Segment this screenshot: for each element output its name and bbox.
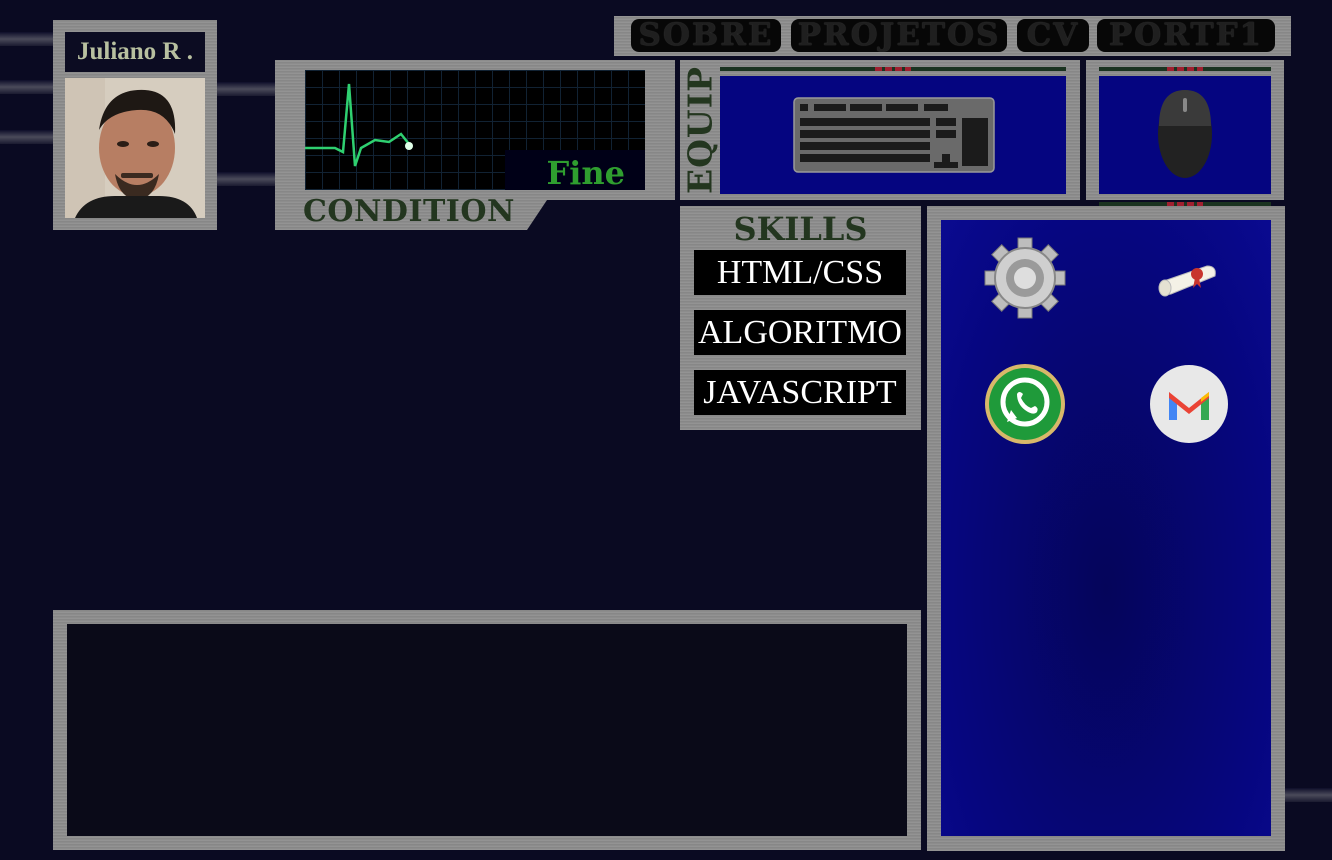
profile-card: Juliano R . — [53, 20, 217, 230]
console-screen — [67, 624, 907, 836]
skill-html-css: HTML/CSS — [694, 250, 906, 295]
nav-sobre-button[interactable]: SOBRE — [631, 19, 781, 52]
led-strip — [720, 67, 1066, 71]
decorative-rail — [0, 130, 60, 144]
equip-label-container: EQUIP — [680, 66, 720, 194]
whatsapp-icon[interactable] — [983, 362, 1067, 446]
nav-projetos-button[interactable]: PROJETOS — [791, 19, 1007, 52]
skill-javascript: JAVASCRIPT — [694, 370, 906, 415]
gmail-icon[interactable] — [1147, 362, 1231, 446]
top-navigation: SOBRE PROJETOS CV PORTF1 — [614, 16, 1291, 56]
condition-label: CONDITION — [303, 194, 515, 229]
status-box: Fine — [505, 150, 645, 192]
profile-name: Juliano R . — [65, 32, 205, 72]
decorative-rail — [0, 80, 60, 94]
nav-cv-button[interactable]: CV — [1017, 19, 1089, 52]
ecg-monitor: Fine — [305, 70, 645, 192]
diploma-icon[interactable] — [1147, 236, 1231, 320]
decorative-rail — [215, 82, 280, 96]
keyboard-display — [720, 76, 1066, 194]
led-strip — [1099, 67, 1271, 71]
mouse-panel-frame — [1086, 60, 1284, 206]
decorative-rail — [1284, 788, 1332, 802]
links-display — [941, 220, 1271, 836]
avatar — [65, 78, 205, 218]
keyboard-icon — [793, 97, 995, 173]
condition-status: Fine — [546, 154, 626, 192]
mouse-icon — [1158, 90, 1212, 178]
decorative-rail — [215, 172, 280, 186]
equip-panel: EQUIP — [680, 60, 1080, 200]
nav-portf1-button[interactable]: PORTF1 — [1097, 19, 1275, 52]
skills-panel: SKILLS HTML/CSS ALGORITMO JAVASCRIPT — [680, 206, 921, 430]
skill-algoritmo: ALGORITMO — [694, 310, 906, 355]
decorative-rail — [0, 32, 60, 46]
links-panel — [927, 206, 1285, 851]
skills-title: SKILLS — [733, 210, 868, 248]
mouse-display — [1099, 76, 1271, 194]
condition-panel: Fine CONDITION — [275, 60, 675, 230]
console-frame — [53, 610, 921, 850]
gear-icon[interactable] — [983, 236, 1067, 320]
equip-label: EQUIP — [680, 66, 720, 194]
